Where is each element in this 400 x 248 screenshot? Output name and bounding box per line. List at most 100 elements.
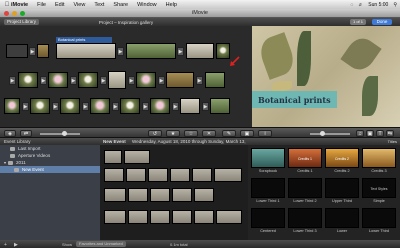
title-tile-credits-1[interactable]: Credits 1 [288,148,322,168]
project-clip[interactable] [37,44,49,58]
titles-browser-button[interactable]: T [376,130,384,137]
zoom-slider[interactable] [40,131,80,136]
event-clip[interactable] [214,168,242,182]
event-clip[interactable] [104,210,126,224]
crop-button[interactable]: ▣ [240,130,254,137]
menu-text[interactable]: Text [94,2,104,8]
volume-slider[interactable] [310,131,350,136]
event-item[interactable]: Last Import [0,145,100,152]
event-item[interactable]: ▾ 2011 [0,159,100,166]
event-item-selected[interactable]: New Event [0,166,100,173]
swap-button[interactable]: ⇄ [20,130,32,137]
menu-window[interactable]: Window [137,2,157,8]
project-clip[interactable] [205,72,225,88]
add-event-icon[interactable]: + [4,242,7,248]
title-tile-lower[interactable] [325,208,359,228]
event-clip[interactable] [126,168,146,182]
transition-icon[interactable]: ▶ [172,102,179,111]
clock[interactable]: Sun 5:00 [368,2,388,8]
done-button[interactable]: Done [372,19,392,25]
menu-file[interactable]: File [37,2,46,8]
unmark-button[interactable]: ☆ [184,130,198,137]
slider-knob[interactable] [320,131,325,136]
project-clip[interactable] [48,72,68,88]
event-clip[interactable] [170,168,190,182]
undo-button[interactable]: ↺ [148,130,162,137]
title-tile-simple[interactable]: Text Styles [362,178,396,198]
voiceover-button[interactable]: ✎ [222,130,236,137]
event-clip[interactable] [172,188,192,202]
title-tile-upper-third[interactable] [325,178,359,198]
project-clip[interactable] [150,98,170,114]
title-tile-lower-third-3[interactable] [288,208,322,228]
event-clip[interactable] [194,210,214,224]
transition-icon[interactable]: ▶ [177,47,184,56]
transition-icon[interactable]: ▶ [117,47,124,56]
title-tile-credits-2[interactable]: Credits 2 [325,148,359,168]
event-clip[interactable] [128,210,148,224]
event-browser[interactable]: New Event Wednesday, August 18, 2010 thr… [100,138,248,240]
event-clip[interactable] [194,188,214,202]
transition-icon[interactable]: ▶ [128,76,135,85]
disclosure-triangle-icon[interactable]: ▾ [4,159,6,166]
slider-knob[interactable] [62,131,67,136]
title-tile-lower-third-1[interactable] [251,178,285,198]
event-clip[interactable] [148,168,168,182]
transition-icon[interactable]: ▶ [158,76,165,85]
play-icon[interactable]: ▶ [14,242,18,248]
show-filter-select[interactable]: Favorites and Unmarked [76,241,126,247]
title-tile-centered[interactable] [251,208,285,228]
project-clip[interactable] [186,43,214,59]
title-tile-credits-3[interactable] [362,148,396,168]
menu-share[interactable]: Share [113,2,128,8]
event-clip[interactable] [128,188,148,202]
event-clip[interactable] [104,168,124,182]
event-clip[interactable] [150,188,170,202]
transition-icon[interactable]: ▶ [70,76,77,85]
menu-app[interactable]: iMovie [11,2,28,8]
project-clip[interactable] [78,72,98,88]
spotlight-icon[interactable]: ⚲ [393,2,397,8]
event-clip[interactable] [104,188,126,202]
transition-icon[interactable]: ▶ [29,47,36,56]
photo-browser-button[interactable]: ▣ [366,130,374,137]
menu-help[interactable]: Help [166,2,177,8]
viewer[interactable]: 1 of 1 Done Botanical prints [252,18,400,127]
event-clip[interactable] [216,210,242,224]
event-item[interactable]: Aperture Videos [0,152,100,159]
transition-icon[interactable]: ▶ [52,102,59,111]
project-clip[interactable] [126,43,176,59]
info-button[interactable]: i [258,130,272,137]
project-clip[interactable] [210,98,230,114]
transition-icon[interactable]: ▶ [22,102,29,111]
event-clip[interactable] [192,168,212,182]
project-clip[interactable] [136,72,156,88]
camera-import-button[interactable]: ◈ [4,130,16,137]
project-storyboard[interactable]: Botanical prints ▶ ▶ ▶ ▶ ▶ ▶ ▶ ▶ ▶ ▶ ▶ ▶ [0,26,252,151]
project-clip[interactable] [30,98,50,114]
title-tile-lower-third[interactable] [362,208,396,228]
transition-icon[interactable]: ▶ [100,76,107,85]
project-clip[interactable] [6,44,28,58]
event-clip[interactable] [150,210,170,224]
transition-icon[interactable]: ▶ [196,76,203,85]
page-button[interactable]: 1 of 1 [350,19,367,25]
project-library-button[interactable]: Project Library [4,19,40,25]
project-clip[interactable] [120,98,140,114]
reject-button[interactable]: ✕ [202,130,216,137]
title-tile-lower-third-2[interactable] [288,178,322,198]
music-browser-button[interactable]: ♫ [356,130,364,137]
transition-icon[interactable]: ▶ [142,102,149,111]
transition-icon[interactable]: ▶ [9,76,16,85]
event-clip[interactable] [172,210,192,224]
transition-icon[interactable]: ▶ [40,76,47,85]
transition-icon[interactable]: ▶ [202,102,209,111]
project-clip[interactable] [60,98,80,114]
project-clip[interactable] [166,72,194,88]
transition-icon[interactable]: ▶ [82,102,89,111]
menu-edit[interactable]: Edit [55,2,64,8]
project-clip[interactable] [18,72,38,88]
apple-icon[interactable]:  [3,2,11,8]
transitions-browser-button[interactable]: ⇆ [386,130,394,137]
menu-view[interactable]: View [73,2,85,8]
